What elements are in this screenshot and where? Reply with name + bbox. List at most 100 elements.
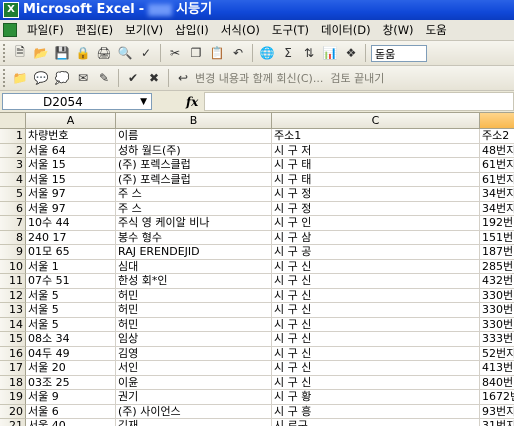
cell-b[interactable]: 봉수 형수 bbox=[116, 230, 272, 245]
cell-d[interactable]: 151번 bbox=[480, 231, 514, 245]
cell-c[interactable]: 시 구 인 bbox=[272, 216, 480, 231]
menu-format[interactable]: 서식(O) bbox=[215, 20, 266, 41]
cell-b[interactable]: (주) 포렉스클럽 bbox=[116, 158, 272, 173]
cell-b[interactable]: 이윤 bbox=[116, 375, 272, 390]
sort-icon[interactable]: ⇅ bbox=[300, 44, 318, 62]
cell-c[interactable]: 시 구 정 bbox=[272, 187, 480, 202]
cell-c[interactable]: 시 구 공 bbox=[272, 245, 480, 260]
chevron-down-icon[interactable]: ▼ bbox=[140, 97, 147, 107]
cell-b[interactable]: 심대 bbox=[116, 259, 272, 274]
toolbar-grip[interactable] bbox=[3, 69, 8, 87]
cell-d[interactable]: 840번 bbox=[480, 376, 514, 390]
cell-d[interactable]: 187번 bbox=[480, 245, 514, 260]
cell-a[interactable]: 차량번호 bbox=[26, 129, 116, 144]
comment-next-icon[interactable]: 💭 bbox=[53, 69, 71, 87]
cell-b[interactable]: 주 스 bbox=[116, 201, 272, 216]
cell-a[interactable]: 서울 1 bbox=[26, 259, 116, 274]
cell-d[interactable]: 330번 bbox=[480, 289, 514, 303]
cell-a[interactable]: 서울 15 bbox=[26, 172, 116, 187]
row-header[interactable]: 16 bbox=[0, 346, 26, 361]
row-header[interactable]: 19 bbox=[0, 390, 26, 405]
row-header[interactable]: 17 bbox=[0, 361, 26, 376]
row-header[interactable]: 20 bbox=[0, 404, 26, 419]
track-icon[interactable]: ✔ bbox=[124, 69, 142, 87]
cell-b[interactable]: 성하 월드(주) bbox=[116, 143, 272, 158]
cut-icon[interactable]: ✂ bbox=[166, 44, 184, 62]
cell-c[interactable]: 시 로구 bbox=[272, 419, 480, 426]
cell-c[interactable]: 시 구 신 bbox=[272, 375, 480, 390]
menu-help[interactable]: 도움 bbox=[420, 20, 453, 41]
column-header-a[interactable]: A bbox=[26, 113, 116, 129]
select-all-corner[interactable] bbox=[0, 113, 26, 129]
cell-d[interactable]: 1672번 bbox=[480, 390, 514, 405]
column-header-c[interactable]: C bbox=[272, 113, 480, 129]
zoom-icon[interactable]: ❖ bbox=[342, 44, 360, 62]
cell-b[interactable]: 한성 회*인 bbox=[116, 274, 272, 289]
cell-d[interactable]: 413번 bbox=[480, 361, 514, 376]
cell-d[interactable]: 34번지 bbox=[480, 202, 514, 216]
cell-d[interactable]: 285번 bbox=[480, 260, 514, 274]
copy-icon[interactable]: ❐ bbox=[187, 44, 205, 62]
row-header[interactable]: 9 bbox=[0, 245, 26, 260]
cell-b[interactable]: 주 스 bbox=[116, 187, 272, 202]
cell-c[interactable]: 시 구 태 bbox=[272, 158, 480, 173]
cell-b[interactable]: 김영 bbox=[116, 346, 272, 361]
cell-c[interactable]: 시 구 태 bbox=[272, 172, 480, 187]
cell-a[interactable]: 01모 65 bbox=[26, 245, 116, 260]
print-icon[interactable]: 🖨 bbox=[95, 44, 113, 62]
row-header[interactable]: 7 bbox=[0, 216, 26, 231]
cell-c[interactable]: 시 구 신 bbox=[272, 361, 480, 376]
cell-b[interactable]: 허민 bbox=[116, 303, 272, 318]
cell-b[interactable]: 서인 bbox=[116, 361, 272, 376]
row-header[interactable]: 5 bbox=[0, 187, 26, 202]
insert-function-icon[interactable]: fx bbox=[186, 95, 198, 109]
cell-d[interactable]: 333번 bbox=[480, 332, 514, 347]
undo-icon[interactable]: ↶ bbox=[229, 44, 247, 62]
cell-d[interactable]: 330번 bbox=[480, 318, 514, 332]
cell-c[interactable]: 시 구 황 bbox=[272, 390, 480, 405]
row-header[interactable]: 1 bbox=[0, 129, 26, 144]
cell-c[interactable]: 시 구 신 bbox=[272, 317, 480, 332]
cell-d[interactable]: 52번지 bbox=[480, 347, 514, 361]
cell-a[interactable]: 서울 64 bbox=[26, 143, 116, 158]
row-header[interactable]: 14 bbox=[0, 317, 26, 332]
cell-b[interactable]: 김재 bbox=[116, 419, 272, 426]
row-header[interactable]: 8 bbox=[0, 230, 26, 245]
paste-icon[interactable]: 📋 bbox=[208, 44, 226, 62]
cell-a[interactable]: 서울 20 bbox=[26, 361, 116, 376]
save-icon[interactable]: 💾 bbox=[53, 44, 71, 62]
cell-d[interactable]: 주소2 bbox=[480, 129, 514, 144]
row-header[interactable]: 3 bbox=[0, 158, 26, 173]
cell-a[interactable]: 서울 97 bbox=[26, 201, 116, 216]
cell-a[interactable]: 04두 49 bbox=[26, 346, 116, 361]
ink-icon[interactable]: ✎ bbox=[95, 69, 113, 87]
cell-a[interactable]: 03조 25 bbox=[26, 375, 116, 390]
sum-icon[interactable]: Σ bbox=[279, 44, 297, 62]
cell-a[interactable]: 10수 44 bbox=[26, 216, 116, 231]
end-review-button[interactable]: 검토 끝내기 bbox=[330, 70, 384, 86]
menu-window[interactable]: 창(W) bbox=[377, 20, 420, 41]
cell-b[interactable]: RAJ ERENDEJID bbox=[116, 245, 272, 260]
row-header[interactable]: 2 bbox=[0, 143, 26, 158]
reply-icon[interactable]: ↩ bbox=[174, 69, 192, 87]
cell-d[interactable]: 330번 bbox=[480, 303, 514, 318]
row-header[interactable]: 18 bbox=[0, 375, 26, 390]
cell-d[interactable]: 61번지 bbox=[480, 173, 514, 187]
cell-a[interactable]: 서울 5 bbox=[26, 288, 116, 303]
cell-a[interactable]: 서울 5 bbox=[26, 303, 116, 318]
row-header[interactable]: 4 bbox=[0, 172, 26, 187]
row-header[interactable]: 10 bbox=[0, 259, 26, 274]
cell-c[interactable]: 시 구 신 bbox=[272, 303, 480, 318]
cell-c[interactable]: 시 구 신 bbox=[272, 259, 480, 274]
cell-c[interactable]: 시 구 저 bbox=[272, 143, 480, 158]
toolbar-grip[interactable] bbox=[3, 44, 8, 62]
menu-view[interactable]: 보기(V) bbox=[119, 20, 169, 41]
cell-a[interactable]: 240 17 bbox=[26, 230, 116, 245]
cell-a[interactable]: 07수 51 bbox=[26, 274, 116, 289]
formula-input[interactable] bbox=[204, 92, 514, 111]
cell-a[interactable]: 서울 5 bbox=[26, 317, 116, 332]
hyperlink-icon[interactable]: 🌐 bbox=[258, 44, 276, 62]
cell-d[interactable]: 432번 bbox=[480, 274, 514, 289]
row-header[interactable]: 12 bbox=[0, 288, 26, 303]
menu-tools[interactable]: 도구(T) bbox=[266, 20, 315, 41]
